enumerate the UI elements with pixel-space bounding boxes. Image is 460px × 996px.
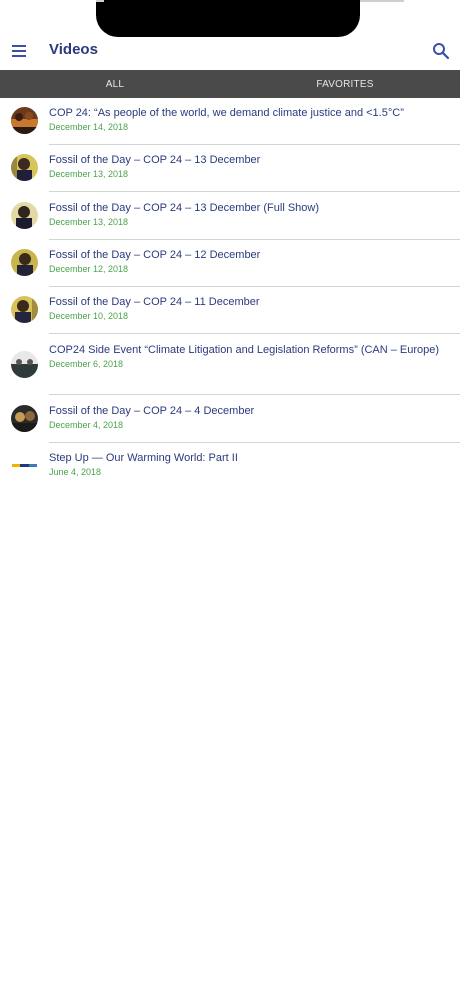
video-item-7[interactable]: Fossil of the Day – COP 24 – 4 December … bbox=[0, 395, 460, 443]
video-date: December 10, 2018 bbox=[49, 311, 129, 321]
video-thumbnail bbox=[11, 452, 38, 479]
page-title: Videos bbox=[49, 41, 98, 58]
video-title: Fossil of the Day – COP 24 – 13 December… bbox=[49, 202, 320, 214]
video-item-1[interactable]: COP 24: “As people of the world, we dema… bbox=[0, 98, 460, 145]
video-item-3[interactable]: Fossil of the Day – COP 24 – 13 December… bbox=[0, 192, 460, 240]
video-item-5[interactable]: Fossil of the Day – COP 24 – 11 December… bbox=[0, 287, 460, 334]
video-thumbnail bbox=[11, 351, 38, 378]
menu-icon[interactable] bbox=[12, 45, 26, 57]
video-thumbnail bbox=[11, 249, 38, 276]
video-date: December 6, 2018 bbox=[49, 359, 124, 369]
video-title: Fossil of the Day – COP 24 – 11 December bbox=[49, 296, 260, 308]
video-title: COP24 Side Event “Climate Litigation and… bbox=[49, 344, 440, 356]
video-item-2[interactable]: Fossil of the Day – COP 24 – 13 December… bbox=[0, 145, 460, 192]
tab-favorites[interactable]: FAVORITES bbox=[230, 70, 460, 98]
search-icon[interactable] bbox=[432, 42, 450, 60]
video-date: December 4, 2018 bbox=[49, 420, 124, 430]
video-date: June 4, 2018 bbox=[49, 467, 102, 477]
tab-all[interactable]: ALL bbox=[0, 70, 230, 98]
video-title: Step Up — Our Warming World: Part II bbox=[49, 452, 238, 464]
app-bar: Videos bbox=[0, 32, 460, 70]
video-date: December 13, 2018 bbox=[49, 217, 129, 227]
tab-bar: ALL FAVORITES bbox=[0, 70, 460, 98]
video-title: Fossil of the Day – COP 24 – 13 December bbox=[49, 154, 261, 166]
video-date: December 14, 2018 bbox=[49, 122, 129, 132]
video-thumbnail bbox=[11, 405, 38, 432]
video-thumbnail bbox=[11, 154, 38, 181]
video-thumbnail bbox=[11, 107, 38, 134]
video-title: Fossil of the Day – COP 24 – 4 December bbox=[49, 405, 255, 417]
video-thumbnail bbox=[11, 202, 38, 229]
video-date: December 12, 2018 bbox=[49, 264, 129, 274]
video-date: December 13, 2018 bbox=[49, 169, 129, 179]
video-item-6[interactable]: COP24 Side Event “Climate Litigation and… bbox=[0, 334, 460, 395]
video-item-4[interactable]: Fossil of the Day – COP 24 – 12 December… bbox=[0, 240, 460, 287]
status-line-right bbox=[360, 0, 404, 2]
video-item-8[interactable]: Step Up — Our Warming World: Part II Jun… bbox=[0, 443, 460, 490]
video-thumbnail bbox=[11, 296, 38, 323]
video-title: COP 24: “As people of the world, we dema… bbox=[49, 107, 404, 119]
video-title: Fossil of the Day – COP 24 – 12 December bbox=[49, 249, 261, 261]
status-line-left bbox=[96, 0, 104, 2]
